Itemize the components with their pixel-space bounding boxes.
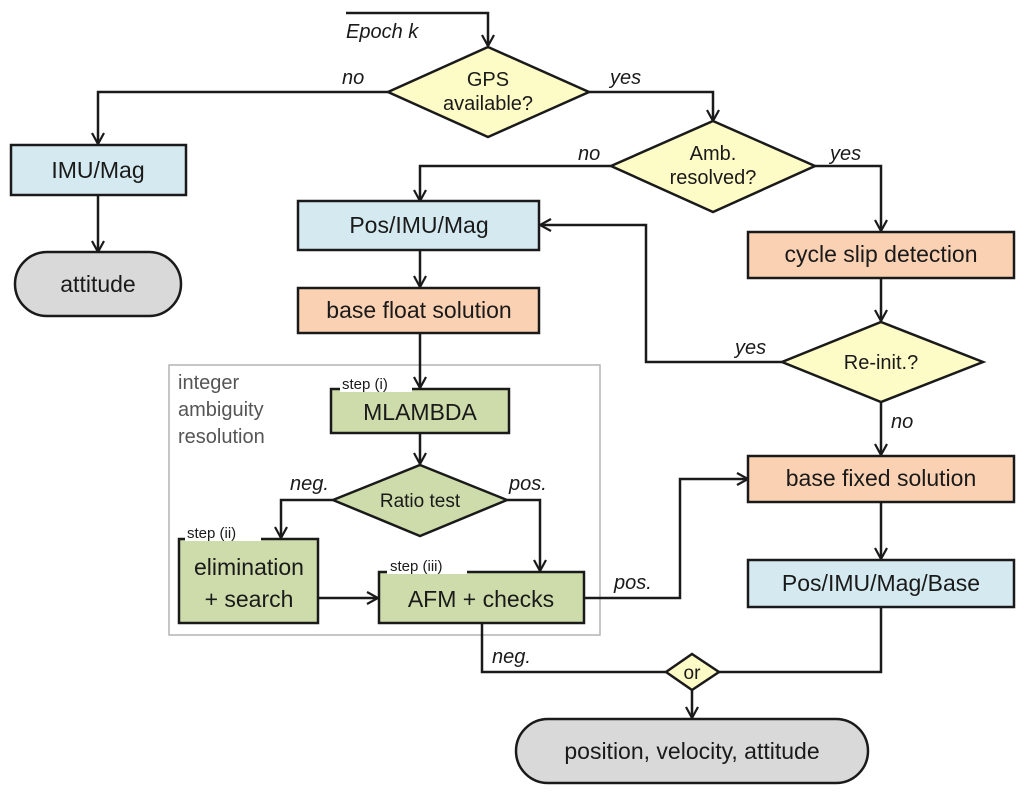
step1-label: step (i) <box>342 376 388 393</box>
decision-or: or <box>663 652 722 692</box>
edge-label-reinit-no: no <box>891 411 913 433</box>
group-label-line2: ambiguity <box>178 399 264 421</box>
edge-posbase-to-or <box>719 607 883 674</box>
flowchart: integer ambiguity resolution Epoch k no … <box>9 11 1016 785</box>
or-label: or <box>684 663 702 684</box>
step3-label: step (iii) <box>390 558 443 575</box>
amb-line1: Amb. <box>690 143 737 165</box>
group-label-line1: integer <box>178 372 239 394</box>
edge-amb-no <box>420 164 611 201</box>
node-cycle-slip-detection: cycle slip detection <box>746 230 1016 280</box>
edge-label-reinit-yes: yes <box>733 337 766 359</box>
edge-label-gps-yes: yes <box>608 67 641 89</box>
pos-imu-mag-label: Pos/IMU/Mag <box>349 212 488 238</box>
attitude-label: attitude <box>60 271 135 297</box>
group-label-line3: resolution <box>178 426 265 448</box>
decision-amb-resolved: Amb. resolved? <box>607 119 819 214</box>
edge-gps-no <box>98 90 388 144</box>
imu-mag-label: IMU/Mag <box>51 157 144 183</box>
node-imu-mag: IMU/Mag <box>9 143 188 197</box>
edge-ratio-neg <box>281 498 333 538</box>
mlambda-label: MLAMBDA <box>363 399 477 425</box>
terminal-attitude: attitude <box>13 250 183 318</box>
pos-imu-mag-base-label: Pos/IMU/Mag/Base <box>782 570 980 596</box>
edge-label-afm-pos: pos. <box>613 572 652 594</box>
edge-amb-yes <box>815 164 881 231</box>
edge-gps-yes <box>589 90 713 121</box>
ratio-test-label: Ratio test <box>380 491 461 512</box>
cycle-slip-label: cycle slip detection <box>784 241 977 267</box>
edge-afm-pos <box>584 479 748 600</box>
decision-ratio-test: Ratio test <box>329 463 511 538</box>
edge-label-amb-yes: yes <box>828 143 861 165</box>
afm-checks-label: AFM + checks <box>408 586 554 612</box>
reinit-label: Re-init.? <box>844 352 918 374</box>
decision-reinit: Re-init.? <box>778 320 987 404</box>
decision-gps-available: GPS available? <box>384 45 593 139</box>
gps-line1: GPS <box>467 69 509 91</box>
node-base-float-solution: base float solution <box>296 286 541 335</box>
edge-label-afm-neg: neg. <box>492 646 531 668</box>
step2-label: step (ii) <box>187 525 236 542</box>
edge-label-amb-no: no <box>578 143 600 165</box>
node-pos-imu-mag: Pos/IMU/Mag <box>296 199 541 252</box>
edge-ratio-pos <box>507 498 540 571</box>
node-pos-imu-mag-base: Pos/IMU/Mag/Base <box>746 558 1016 609</box>
edge-label-ratio-neg: neg. <box>290 473 329 495</box>
terminal-output: position, velocity, attitude <box>514 717 870 785</box>
elimination-line2: + search <box>205 586 294 612</box>
edge-label-gps-no: no <box>342 67 364 89</box>
node-afm-checks: AFM + checks step (iii) <box>377 557 586 625</box>
base-float-label: base float solution <box>326 297 511 323</box>
output-label: position, velocity, attitude <box>564 738 819 764</box>
elimination-line1: elimination <box>194 554 304 580</box>
edge-label-ratio-pos: pos. <box>508 473 547 495</box>
amb-line2: resolved? <box>670 167 757 189</box>
gps-line2: available? <box>443 93 533 115</box>
node-base-fixed-solution: base fixed solution <box>746 454 1016 504</box>
base-fixed-label: base fixed solution <box>786 465 977 491</box>
start-label: Epoch k <box>346 21 419 43</box>
node-elimination-search: elimination + search step (ii) <box>177 524 320 625</box>
